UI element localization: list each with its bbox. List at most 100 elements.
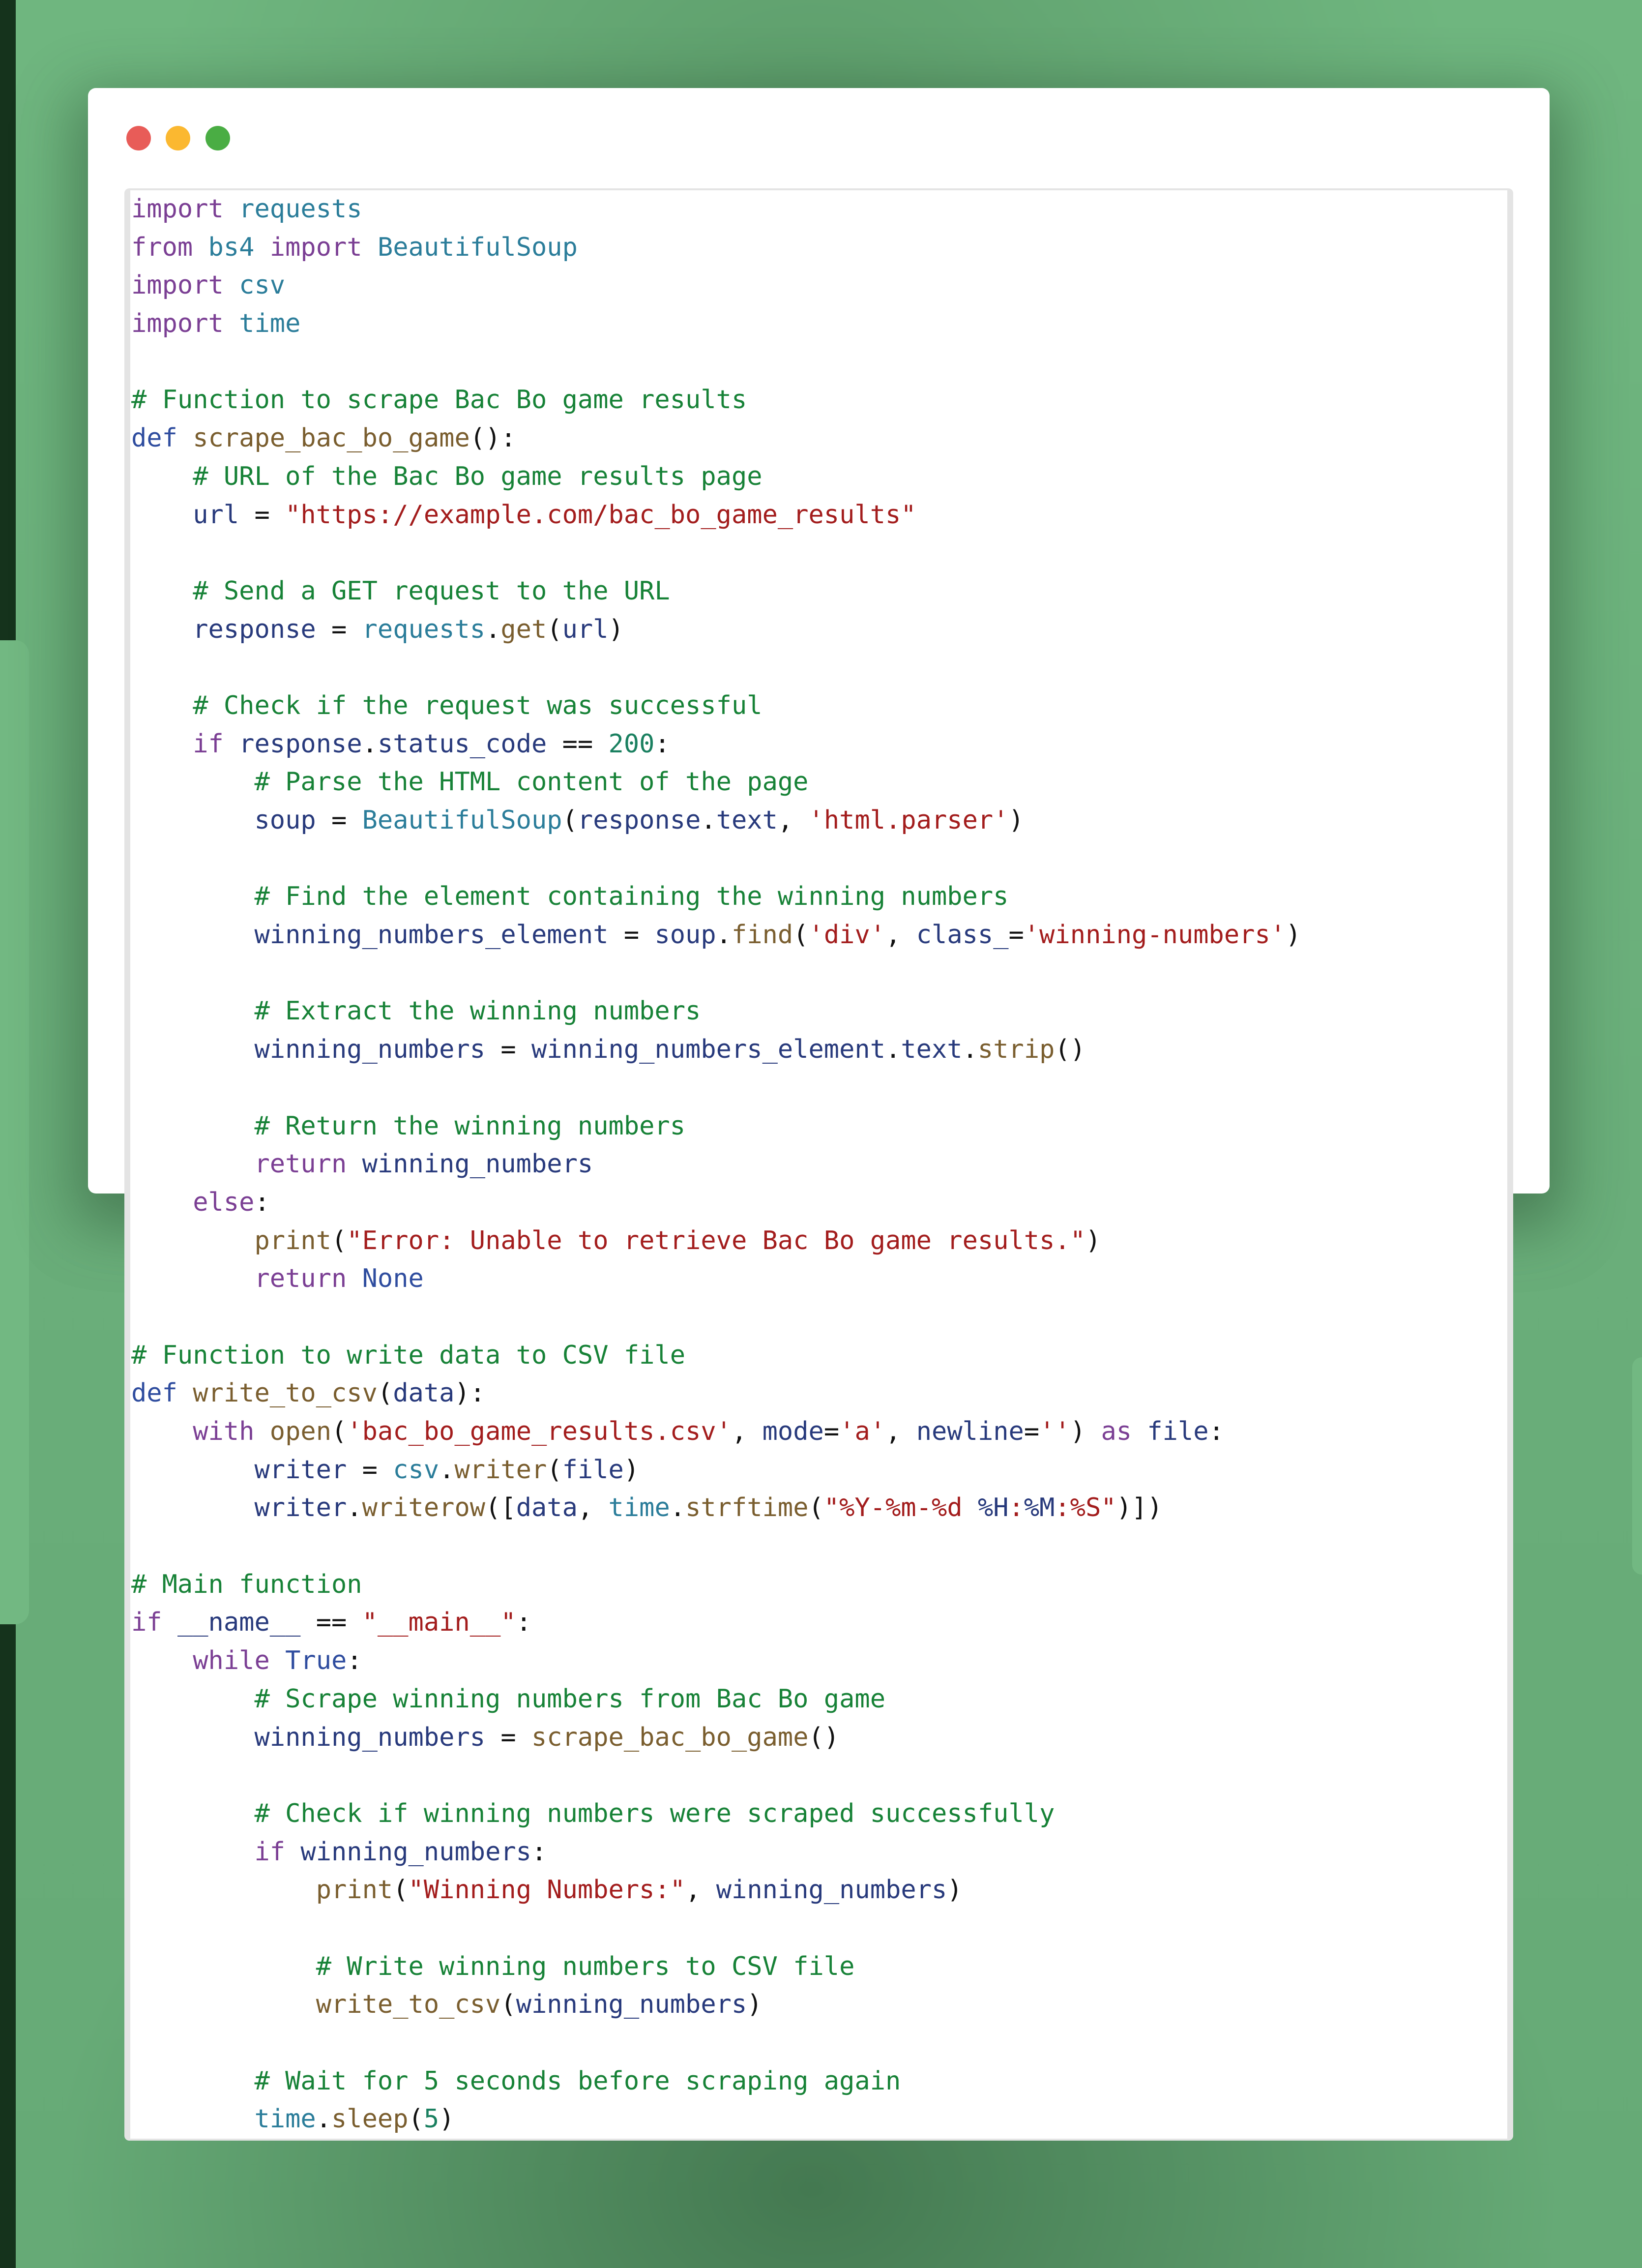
code-line: import requests — [131, 190, 1507, 229]
code-token-module-name: csv — [393, 1455, 440, 1485]
code-token-builtin-keyword: def — [131, 423, 177, 453]
code-token-punctuation — [131, 1875, 316, 1905]
code-token-punctuation: ) — [623, 1455, 640, 1485]
code-token-punctuation: , — [777, 806, 809, 835]
code-line: # Function to write data to CSV file — [131, 1337, 1507, 1375]
code-token-identifier: __name__ — [177, 1608, 301, 1638]
code-line: # Return the winning numbers — [131, 1107, 1507, 1146]
code-token-identifier: url — [562, 614, 609, 644]
code-token-punctuation — [270, 1646, 285, 1675]
code-token-punctuation: . — [885, 1035, 901, 1065]
code-token-identifier: url — [193, 500, 239, 530]
code-line: else: — [131, 1184, 1507, 1222]
code-token-function-name: open — [269, 1417, 332, 1446]
code-token-punctuation — [131, 1111, 254, 1141]
code-line: writer = csv.writer(file) — [131, 1451, 1507, 1490]
code-token-punctuation: )]) — [1116, 1493, 1163, 1523]
code-token-function-name: write_to_csv — [193, 1378, 378, 1408]
code-token-punctuation: . — [362, 729, 378, 759]
code-token-punctuation: ( — [408, 2104, 424, 2134]
code-token-comment: # Main function — [131, 1569, 362, 1599]
code-token-punctuation — [224, 729, 239, 759]
code-token-comment: # Find the element containing the winnin… — [254, 882, 1009, 912]
code-token-module-name: BeautifulSoup — [377, 232, 578, 262]
code-token-punctuation: , — [732, 1417, 762, 1446]
code-line: write_to_csv(winning_numbers) — [131, 1986, 1507, 2024]
code-token-punctuation: = — [239, 500, 286, 530]
code-token-punctuation — [131, 1990, 316, 2019]
code-token-punctuation: . — [962, 1035, 978, 1065]
close-window-dot-icon[interactable] — [126, 126, 151, 150]
code-token-identifier: data — [393, 1378, 455, 1408]
code-token-identifier: data — [516, 1493, 578, 1523]
code-token-punctuation: . — [716, 920, 732, 950]
code-token-function-name: print — [254, 1225, 331, 1255]
code-token-punctuation: = — [823, 1417, 840, 1446]
code-token-identifier: writer — [254, 1455, 347, 1485]
code-token-punctuation — [131, 1226, 254, 1255]
code-token-punctuation — [131, 806, 254, 835]
code-line: print("Error: Unable to retrieve Bac Bo … — [131, 1222, 1507, 1260]
code-token-punctuation: . — [670, 1493, 686, 1523]
maximize-window-dot-icon[interactable] — [205, 126, 230, 150]
code-line: url = "https://example.com/bac_bo_game_r… — [131, 496, 1507, 535]
code-token-punctuation — [177, 423, 193, 453]
code-token-identifier: winning_numbers — [362, 1149, 593, 1179]
code-token-identifier: response — [239, 729, 362, 759]
code-token-punctuation — [131, 729, 193, 759]
code-token-punctuation: : — [531, 1837, 547, 1867]
code-line: time.sleep(5) — [131, 2100, 1507, 2139]
code-token-punctuation: . — [316, 2104, 331, 2134]
code-token-punctuation — [224, 194, 239, 224]
code-token-identifier: response — [193, 614, 316, 644]
code-token-punctuation: , — [885, 1417, 916, 1446]
code-token-punctuation — [131, 1035, 254, 1064]
code-token-punctuation — [131, 882, 254, 911]
code-token-comment: # Parse the HTML content of the page — [254, 767, 809, 797]
code-token-punctuation: ) — [1085, 1225, 1101, 1255]
code-line: if response.status_code == 200: — [131, 725, 1507, 764]
code-token-builtin-keyword: def — [131, 1378, 177, 1408]
code-line: # Find the element containing the winnin… — [131, 878, 1507, 916]
code-token-string-literal: 'div' — [808, 920, 886, 950]
code-token-punctuation — [131, 996, 254, 1026]
code-token-identifier: winning_numbers — [516, 1990, 747, 2020]
code-token-string-literal: : — [1008, 1493, 1024, 1523]
code-line: winning_numbers = scrape_bac_bo_game() — [131, 1719, 1507, 1757]
minimize-window-dot-icon[interactable] — [166, 126, 190, 150]
code-token-keyword: else — [193, 1187, 255, 1217]
code-token-function-name: strip — [977, 1035, 1055, 1065]
code-token-punctuation: == — [300, 1608, 362, 1638]
code-token-comment: # Wait for 5 seconds before scraping aga… — [254, 2066, 901, 2096]
code-token-punctuation: : — [654, 729, 670, 759]
code-token-identifier: winning_numbers — [300, 1837, 531, 1867]
code-token-punctuation — [224, 309, 239, 338]
code-token-punctuation: ( — [547, 614, 562, 644]
code-editor[interactable]: import requests from bs4 import Beautiful… — [124, 188, 1513, 2141]
code-token-module-name: time — [608, 1493, 670, 1523]
code-token-punctuation — [131, 615, 193, 644]
code-token-punctuation — [131, 1952, 316, 1981]
code-token-module-name: csv — [239, 270, 286, 300]
code-token-function-name: scrape_bac_bo_game — [193, 423, 470, 453]
code-token-punctuation: ( — [793, 920, 809, 950]
code-line: # Write winning numbers to CSV file — [131, 1948, 1507, 1986]
code-token-function-name: sleep — [331, 2104, 409, 2134]
code-token-comment: # Scrape winning numbers from Bac Bo gam… — [254, 1684, 886, 1714]
code-token-punctuation — [131, 1684, 254, 1714]
code-token-punctuation — [131, 691, 193, 720]
code-token-identifier: winning_numbers — [254, 1722, 486, 1752]
code-line: print("Winning Numbers:", winning_number… — [131, 1871, 1507, 1910]
code-content: import requests from bs4 import Beautiful… — [130, 190, 1507, 2139]
code-token-punctuation: ( — [331, 1225, 347, 1255]
code-token-identifier: winning_numbers — [716, 1875, 947, 1905]
code-token-punctuation — [131, 576, 193, 606]
code-line: import csv — [131, 267, 1507, 305]
code-token-comment: # Extract the winning numbers — [254, 996, 701, 1026]
